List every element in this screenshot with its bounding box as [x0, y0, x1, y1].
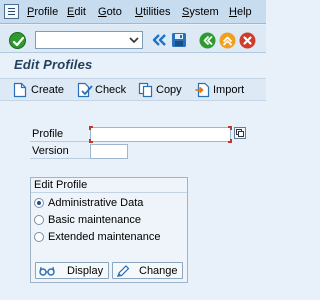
- menu-edit[interactable]: Edit: [67, 6, 86, 18]
- check-document-icon: [77, 82, 93, 98]
- pencil-icon: [117, 265, 130, 277]
- radio-label: Administrative Data: [48, 197, 144, 209]
- value-help-icon[interactable]: [234, 127, 246, 139]
- create-button-label: Create: [31, 84, 65, 96]
- save-icon[interactable]: [171, 32, 187, 48]
- radio-label: Extended maintenance: [48, 231, 161, 243]
- change-button[interactable]: Change: [112, 262, 183, 279]
- version-label: Version: [30, 144, 90, 159]
- exit-icon[interactable]: [219, 32, 236, 49]
- menu-profile[interactable]: Profile: [27, 6, 58, 18]
- required-marker: [228, 126, 232, 130]
- import-button-label: Import: [213, 84, 245, 96]
- enter-button[interactable]: [9, 32, 26, 49]
- edit-profile-group-title: Edit Profile: [34, 179, 88, 191]
- menu-system[interactable]: System: [182, 6, 219, 18]
- radio-label: Basic maintenance: [48, 214, 141, 226]
- radio-button-selected[interactable]: [34, 198, 44, 208]
- display-button-label: Display: [67, 265, 104, 277]
- copy-button-label: Copy: [156, 84, 182, 96]
- required-marker: [228, 139, 232, 143]
- profile-input[interactable]: [90, 127, 231, 142]
- radio-button[interactable]: [34, 215, 44, 225]
- double-chevron-left-icon[interactable]: [151, 32, 167, 48]
- system-menu-button[interactable]: [4, 4, 19, 19]
- chevron-down-icon[interactable]: [128, 34, 140, 46]
- required-marker: [89, 139, 93, 143]
- display-button[interactable]: Display: [35, 262, 109, 279]
- group-divider: [31, 192, 187, 193]
- glasses-icon: [39, 266, 55, 276]
- required-marker: [89, 126, 93, 130]
- checkmark-icon: [12, 36, 25, 47]
- menu-goto[interactable]: Goto: [98, 6, 122, 18]
- page-title: Edit Profiles: [14, 57, 93, 72]
- version-input[interactable]: [90, 144, 128, 159]
- check-button-label: Check: [95, 84, 127, 96]
- profile-label: Profile: [30, 127, 90, 142]
- copy-icon: [138, 82, 153, 98]
- import-icon: [195, 82, 210, 98]
- new-document-icon: [13, 82, 27, 98]
- cancel-icon[interactable]: [239, 32, 256, 49]
- radio-button[interactable]: [34, 232, 44, 242]
- menu-utilities[interactable]: Utilities: [135, 6, 170, 18]
- change-button-label: Change: [139, 265, 178, 277]
- command-field[interactable]: [35, 31, 143, 49]
- menu-help[interactable]: Help: [229, 6, 252, 18]
- back-icon[interactable]: [199, 32, 216, 49]
